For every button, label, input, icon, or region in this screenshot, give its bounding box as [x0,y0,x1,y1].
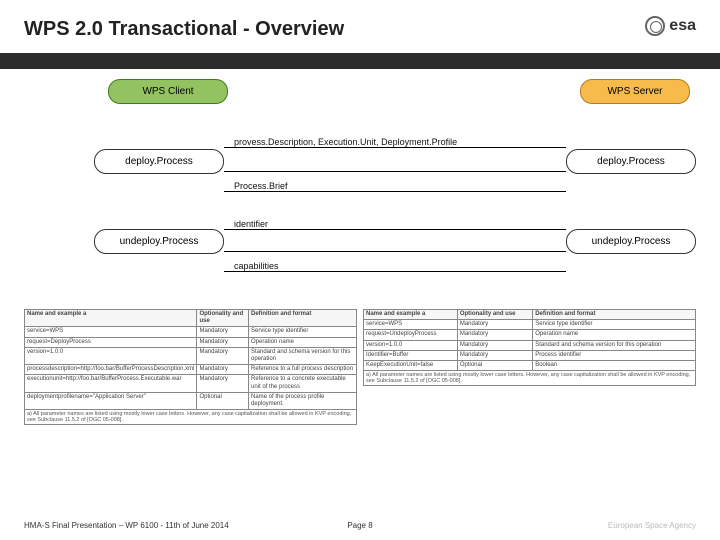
table-cell: Standard and schema version for this ope… [248,347,356,364]
table-cell: Operation name [248,337,356,347]
table-cell: service=WPS [364,320,458,330]
table-cell: Reference to a full process description [248,365,356,375]
label-process-brief: Process.Brief [234,181,288,191]
table-header: Name and example a [364,310,458,320]
table-row: request=DeployProcessMandatoryOperation … [25,337,357,347]
table-row: processdescription=http://foo.bar/Buffer… [25,365,357,375]
footer-right: European Space Agency [608,521,696,530]
connector-line [224,171,566,172]
label-identifier: identifier [234,219,268,229]
table-note-left: a) All parameter names are listed using … [24,410,357,425]
table-cell: Reference to a concrete executable unit … [248,375,356,392]
connector-line [224,271,566,272]
table-cell: deploymentprofilename="Application Serve… [25,392,197,409]
table-cell: Mandatory [197,337,249,347]
table-cell: executionunit=http://foo.bar/BufferProce… [25,375,197,392]
footer-left: HMA-S Final Presentation – WP 6100 - 11t… [24,521,229,530]
connector-line [224,251,566,252]
table-cell: Mandatory [457,340,532,350]
table-cell: KeepExecutionUnit=false [364,360,458,370]
table-cell: version=1.0.0 [25,347,197,364]
table-cell: Standard and schema version for this ope… [533,340,696,350]
table-header: Optionality and use [197,310,249,327]
table-cell: service=WPS [25,327,197,337]
table-header: Definition and format [533,310,696,320]
table-cell: Boolean [533,360,696,370]
connector-line [224,147,566,148]
table-cell: Mandatory [197,327,249,337]
table-cell: Identifier=Buffer [364,350,458,360]
table-cell: Mandatory [457,350,532,360]
table-row: service=WPSMandatoryService type identif… [25,327,357,337]
label-capabilities: capabilities [234,261,279,271]
table-cell: Service type identifier [248,327,356,337]
table-row: deploymentprofilename="Application Serve… [25,392,357,409]
node-deploy-process-right: deploy.Process [566,149,696,174]
node-undeploy-process-right: undeploy.Process [566,229,696,254]
table-cell: Process identifier [533,350,696,360]
table-header: Optionality and use [457,310,532,320]
node-deploy-process-left: deploy.Process [94,149,224,174]
table-cell: Mandatory [457,320,532,330]
label-process-description: provess.Description, Execution.Unit, Dep… [234,137,457,147]
table-cell: request=UndeployProcess [364,330,458,340]
table-cell: Optional [457,360,532,370]
table-undeploy-process: Name and example aOptionality and useDef… [363,309,696,425]
title-bar: WPS 2.0 Transactional - Overview esa [0,0,720,49]
connector-line [224,191,566,192]
node-wps-server: WPS Server [580,79,690,104]
node-undeploy-process-left: undeploy.Process [94,229,224,254]
table-cell: version=1.0.0 [364,340,458,350]
table-cell: Mandatory [197,365,249,375]
table-row: version=1.0.0MandatoryStandard and schem… [25,347,357,364]
footer-page: Page 8 [347,521,372,530]
page-title: WPS 2.0 Transactional - Overview [24,18,720,41]
table-header: Definition and format [248,310,356,327]
table-row: version=1.0.0MandatoryStandard and schem… [364,340,696,350]
table-cell: Optional [197,392,249,409]
table-deploy-process: Name and example aOptionality and useDef… [24,309,357,425]
esa-logo: esa [645,16,696,36]
table-cell: processdescription=http://foo.bar/Buffer… [25,365,197,375]
table-cell: Mandatory [197,375,249,392]
title-underline [0,53,720,69]
table-cell: request=DeployProcess [25,337,197,347]
table-cell: Operation name [533,330,696,340]
sequence-diagram: WPS Client WPS Server deploy.Process dep… [24,79,696,309]
table-row: Identifier=BufferMandatoryProcess identi… [364,350,696,360]
table-cell: Mandatory [457,330,532,340]
table-cell: Name of the process profile deployment. [248,392,356,409]
table-note-right: a) All parameter names are listed using … [363,371,696,386]
esa-logo-icon [645,16,665,36]
tables-row: Name and example aOptionality and useDef… [24,309,696,425]
table-header: Name and example a [25,310,197,327]
esa-logo-text: esa [669,17,696,35]
node-wps-client: WPS Client [108,79,228,104]
table-row: request=UndeployProcessMandatoryOperatio… [364,330,696,340]
table-cell: Service type identifier [533,320,696,330]
table-row: KeepExecutionUnit=falseOptionalBoolean [364,360,696,370]
table-row: executionunit=http://foo.bar/BufferProce… [25,375,357,392]
table-cell: Mandatory [197,347,249,364]
table-row: service=WPSMandatoryService type identif… [364,320,696,330]
connector-line [224,229,566,230]
